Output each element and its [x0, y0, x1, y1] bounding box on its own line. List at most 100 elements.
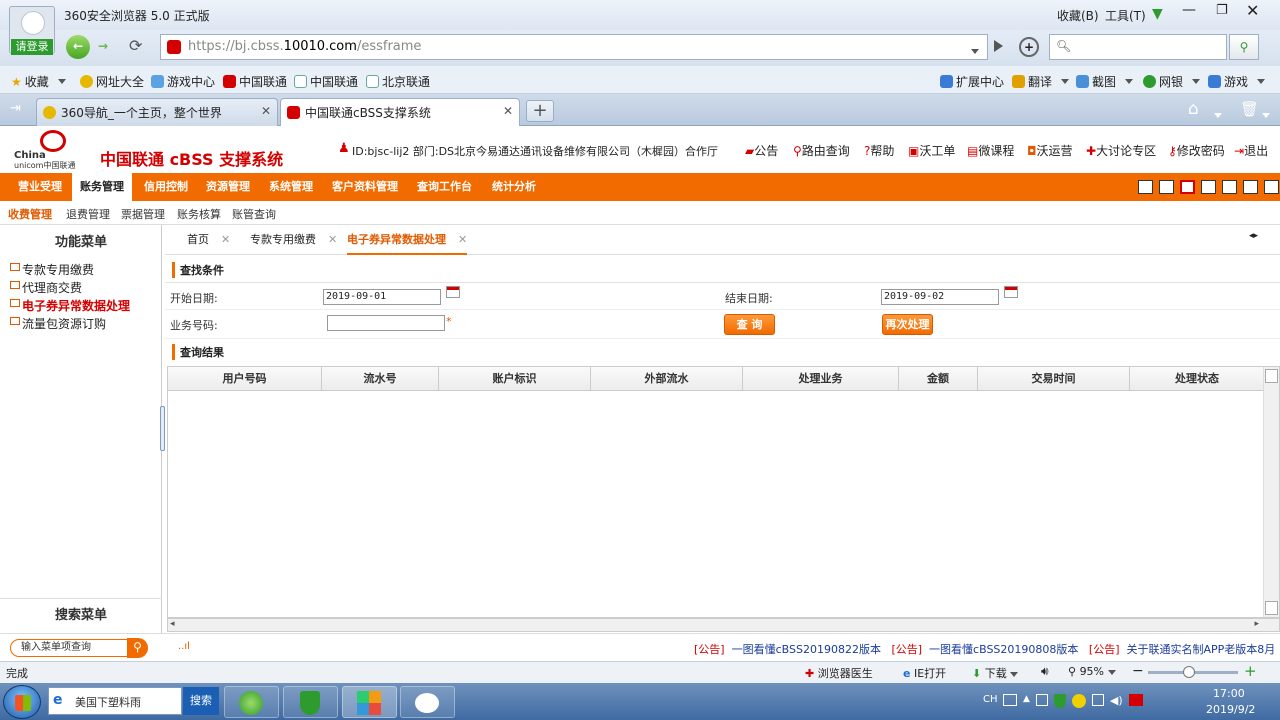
notice-link[interactable]: 一图看懂cBSS20190822版本: [732, 643, 881, 656]
close-tab-icon[interactable]: ✕: [458, 233, 467, 246]
col-serial-number[interactable]: 流水号: [322, 367, 439, 391]
header-link-discussion[interactable]: ✚大讨论专区: [1086, 142, 1156, 159]
user-tool-icon[interactable]: [1138, 180, 1153, 194]
fav-collect[interactable]: ★ 收藏: [11, 73, 66, 90]
taskbar-app-wechat[interactable]: [400, 686, 455, 718]
start-button[interactable]: [3, 685, 41, 719]
end-date-input[interactable]: 2019-09-02: [881, 289, 999, 305]
col-transaction-time[interactable]: 交易时间: [978, 367, 1130, 391]
clock-date[interactable]: 2019/9/2: [1206, 703, 1255, 716]
forward-button[interactable]: →: [98, 39, 108, 53]
nav-statistics[interactable]: 统计分析: [484, 173, 544, 201]
close-tab-icon[interactable]: ✕: [503, 104, 513, 118]
page-tab-special-payment[interactable]: 专款专用缴费 ✕: [250, 231, 337, 247]
keyboard-icon[interactable]: [1003, 694, 1017, 706]
tray-battery-icon[interactable]: [1091, 694, 1104, 706]
trash-dropdown-icon[interactable]: [1262, 107, 1270, 121]
nav-business[interactable]: 营业受理: [10, 173, 70, 201]
go-button[interactable]: [994, 40, 1003, 52]
download[interactable]: ⬇ 下载: [972, 665, 1019, 681]
tools-menu[interactable]: 工具(T): [1105, 7, 1146, 24]
header-link-change-password[interactable]: ⚷修改密码: [1168, 142, 1225, 159]
taskbar-app-360browser[interactable]: [224, 686, 279, 718]
close-window-button[interactable]: ✕: [1246, 1, 1259, 20]
header-link-notice[interactable]: ▰公告: [745, 142, 778, 159]
layout-1-icon[interactable]: [1201, 180, 1216, 194]
zoom-out-button[interactable]: −: [1132, 663, 1144, 679]
scroll-thumb[interactable]: [1265, 601, 1278, 615]
restore-button[interactable]: ❐: [1216, 3, 1228, 18]
notice-link[interactable]: 关于联通实名制APP老版本8月: [1127, 643, 1276, 656]
tray-volume-icon[interactable]: ◀): [1110, 694, 1123, 708]
address-bar[interactable]: https://bj.cbss.10010.com/essframe: [160, 34, 988, 60]
tray-security-icon[interactable]: [1071, 694, 1086, 708]
col-process-status[interactable]: 处理状态: [1130, 367, 1264, 391]
subnav-accounting[interactable]: 账务核算: [177, 206, 221, 222]
tool-screenshot[interactable]: 截图: [1076, 73, 1134, 90]
nav-credit[interactable]: 信用控制: [136, 173, 196, 201]
table-vscrollbar[interactable]: [1263, 367, 1279, 617]
skin-icon[interactable]: ▼: [1152, 6, 1163, 22]
header-link-route-query[interactable]: ⚲路由查询: [793, 142, 850, 159]
search-box[interactable]: 🔍︎: [1049, 34, 1227, 60]
col-external-serial[interactable]: 外部流水: [591, 367, 743, 391]
layout-3-icon[interactable]: [1243, 180, 1258, 194]
shield-icon[interactable]: +: [1019, 37, 1039, 57]
menu-search-input[interactable]: 输入菜单项查询: [10, 639, 128, 657]
back-button[interactable]: ←: [66, 35, 90, 59]
browser-doctor[interactable]: ✚ 浏览器医生: [805, 665, 873, 681]
fav-url-nav[interactable]: 网址大全: [80, 73, 144, 90]
minimize-button[interactable]: —: [1182, 2, 1196, 18]
refresh-button[interactable]: ⟳: [129, 36, 142, 55]
tray-app-icon[interactable]: [1035, 694, 1048, 706]
table-hscrollbar[interactable]: ◂ ▸: [167, 618, 1280, 632]
zoom-slider-thumb[interactable]: [1183, 666, 1195, 678]
query-button[interactable]: 查 询: [724, 314, 775, 335]
search-button[interactable]: ⚲: [1229, 34, 1259, 60]
sidebar-item-traffic-package[interactable]: 流量包资源订购: [10, 315, 106, 332]
taskbar-app-tiles[interactable]: [342, 686, 397, 718]
subnav-refund[interactable]: 退费管理: [66, 206, 110, 222]
header-link-logout[interactable]: ⇥退出: [1234, 142, 1268, 159]
page-tab-home[interactable]: 首页 ✕: [187, 231, 230, 247]
layout-2-icon[interactable]: [1222, 180, 1237, 194]
scroll-right-icon[interactable]: ▸: [1254, 619, 1259, 629]
home-dropdown-icon[interactable]: [1214, 107, 1222, 121]
calendar-icon[interactable]: [1004, 286, 1018, 298]
col-user-number[interactable]: 用户号码: [168, 367, 322, 391]
zoom[interactable]: ⚲ 95%: [1068, 665, 1116, 678]
clock-time[interactable]: 17:00: [1213, 687, 1245, 700]
bookmarks-menu[interactable]: 收藏(B): [1057, 7, 1099, 24]
layout-4-icon[interactable]: [1264, 180, 1279, 194]
subnav-charge[interactable]: 收费管理: [8, 206, 52, 222]
col-amount[interactable]: 金额: [899, 367, 978, 391]
start-date-input[interactable]: 2019-09-01: [323, 289, 441, 305]
fav-unicom-2[interactable]: 中国联通: [294, 73, 358, 90]
col-process-business[interactable]: 处理业务: [743, 367, 899, 391]
close-tab-icon[interactable]: ✕: [261, 104, 271, 118]
ime-indicator[interactable]: CH: [983, 694, 998, 705]
login-label[interactable]: 请登录: [11, 39, 53, 55]
tool-ebank[interactable]: 网银: [1143, 73, 1201, 90]
tray-network-icon[interactable]: [1128, 694, 1143, 706]
sidebar-item-ecoupon-exception[interactable]: 电子券异常数据处理: [10, 297, 130, 314]
tab-scroll-arrows[interactable]: ◂▸: [1249, 231, 1258, 241]
nav-resources[interactable]: 资源管理: [198, 173, 258, 201]
home-icon[interactable]: ⌂: [1188, 99, 1199, 119]
menu-search-button[interactable]: ⚲: [127, 638, 148, 658]
header-link-help[interactable]: ?帮助: [864, 142, 894, 159]
close-tab-icon[interactable]: ✕: [328, 233, 337, 246]
new-tab-button[interactable]: +: [526, 100, 554, 122]
user-avatar[interactable]: 请登录: [9, 6, 55, 55]
nav-customer[interactable]: 客户资料管理: [324, 173, 406, 201]
subnav-account-query[interactable]: 账管查询: [232, 206, 276, 222]
zoom-in-button[interactable]: +: [1244, 662, 1257, 680]
scroll-left-icon[interactable]: ◂: [170, 619, 175, 629]
header-link-micro-course[interactable]: ▤微课程: [967, 142, 1014, 159]
subnav-invoice[interactable]: 票据管理: [121, 206, 165, 222]
header-link-operations[interactable]: ◘沃运营: [1027, 142, 1073, 159]
fav-bj-unicom[interactable]: 北京联通: [366, 73, 430, 90]
volume-icon[interactable]: 🔊︎: [1041, 664, 1049, 679]
tool-games[interactable]: 游戏: [1208, 73, 1266, 90]
fav-unicom-1[interactable]: 中国联通: [223, 73, 287, 90]
